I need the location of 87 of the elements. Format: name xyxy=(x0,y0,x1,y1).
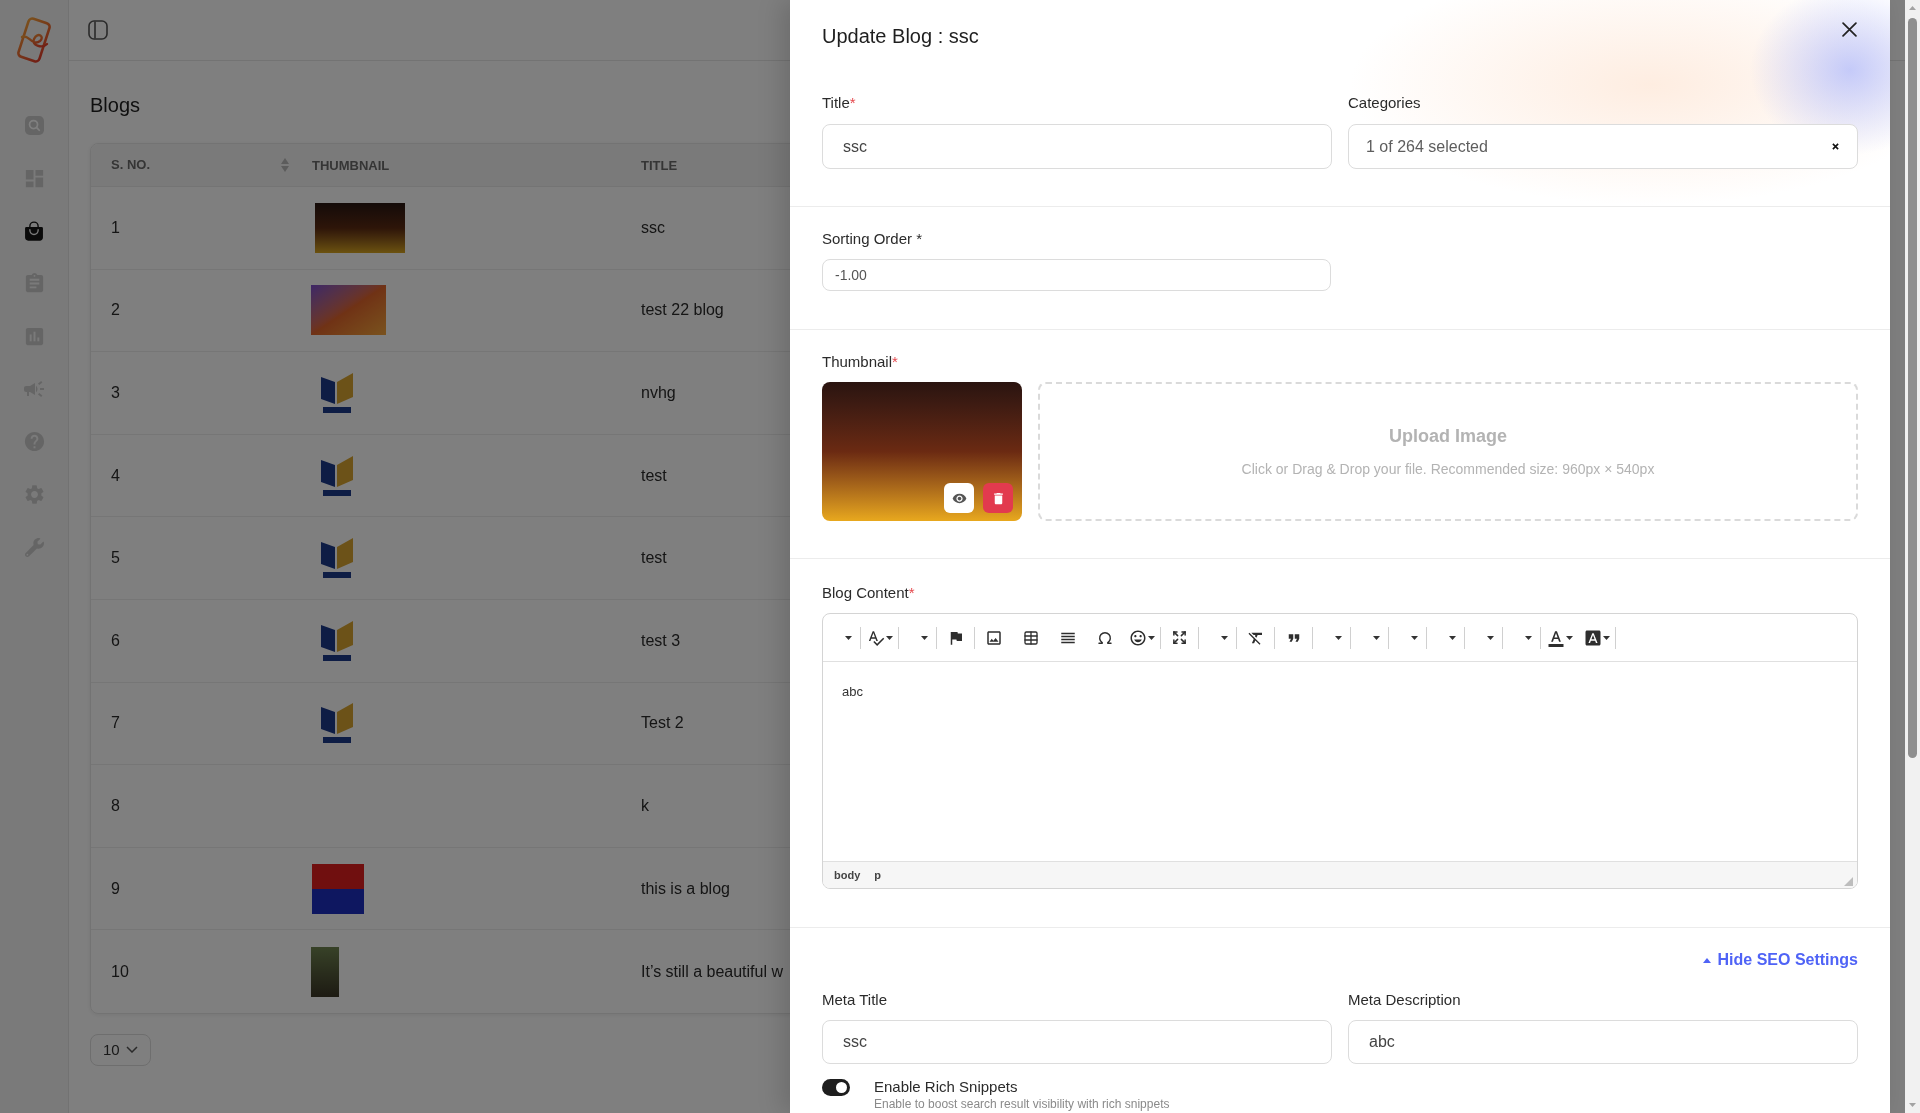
delete-button[interactable] xyxy=(983,483,1013,513)
table-cell: 9 xyxy=(111,879,120,897)
caret-icon[interactable] xyxy=(1373,635,1380,640)
path-crumb[interactable]: p xyxy=(874,866,881,884)
table-cell[interactable]: test xyxy=(641,549,667,567)
table-cell[interactable]: test 22 blog xyxy=(641,301,724,319)
book-logo-drawing xyxy=(320,455,354,496)
upload-title: Upload Image xyxy=(1389,425,1507,448)
clear-icon[interactable] xyxy=(1832,143,1839,150)
caret-icon[interactable] xyxy=(1411,635,1418,640)
field-label: Meta Title xyxy=(822,990,888,1010)
caret-icon[interactable] xyxy=(845,635,852,640)
field-label: Meta Description xyxy=(1348,990,1461,1010)
table-cell: 2 xyxy=(111,301,120,319)
font-color-icon[interactable] xyxy=(1546,628,1565,647)
book-logo-drawing xyxy=(320,373,354,413)
photo-placeholder xyxy=(312,863,364,914)
scrollbar-thumb[interactable] xyxy=(1908,18,1917,758)
logo-icon[interactable] xyxy=(16,17,52,63)
table-cell: 3 xyxy=(111,384,120,401)
table-cell[interactable]: this is a blog xyxy=(641,879,730,897)
table-cell[interactable]: Test 2 xyxy=(641,714,684,732)
bag-icon[interactable] xyxy=(23,219,45,242)
highlight-icon[interactable] xyxy=(1583,628,1602,647)
column-header: THUMBNAIL xyxy=(312,158,390,173)
caret-icon[interactable] xyxy=(1525,635,1532,640)
editor-content-field[interactable]: abc xyxy=(823,662,1857,861)
field-label: Thumbnail* xyxy=(822,352,898,372)
table-cell[interactable]: test xyxy=(641,466,667,484)
table-cell[interactable]: nvhg xyxy=(641,384,676,401)
table-cell: 6 xyxy=(111,631,120,649)
panel-icon[interactable] xyxy=(88,20,108,40)
table-icon[interactable] xyxy=(1022,629,1039,646)
page-title: Blogs xyxy=(90,93,141,118)
upload-hint: Click or Drag & Drop your file. Recommended size: 960px × 540px xyxy=(1241,460,1655,479)
caret-icon[interactable] xyxy=(1221,635,1228,640)
table-cell: 10 xyxy=(111,962,129,980)
resize-grip-icon[interactable] xyxy=(1844,876,1853,886)
book-logo-drawing xyxy=(320,538,354,579)
column-header[interactable]: S. NO. xyxy=(111,155,150,175)
smiley-icon[interactable] xyxy=(1128,628,1147,647)
image-icon[interactable] xyxy=(984,628,1003,647)
content-text: abc xyxy=(842,684,863,700)
meta-title-input[interactable]: ssc xyxy=(822,1020,1332,1064)
caret-icon[interactable] xyxy=(1335,635,1342,640)
spellcheck-icon[interactable] xyxy=(866,628,885,647)
caret-icon[interactable] xyxy=(1602,635,1610,640)
page-size-select[interactable]: 10 xyxy=(90,1033,151,1066)
table-cell: 4 xyxy=(111,466,120,484)
drawer-title: Update Blog : ssc xyxy=(822,24,979,49)
toggle-description: Enable to boost search result visibility with rich snippets xyxy=(874,1097,1170,1111)
caret-icon[interactable] xyxy=(1487,635,1494,640)
table-cell: 8 xyxy=(111,796,120,814)
path-crumb[interactable]: body xyxy=(834,866,861,884)
expand-icon[interactable] xyxy=(1172,630,1187,645)
column-header: TITLE xyxy=(641,158,678,173)
hide-seo-link[interactable]: Hide SEO Settings xyxy=(1702,950,1858,970)
omega-icon[interactable] xyxy=(1096,629,1113,646)
table-cell: 1 xyxy=(111,218,120,236)
title-input[interactable]: ssc xyxy=(822,124,1332,169)
table-cell[interactable]: It’s still a beautiful w xyxy=(641,962,783,980)
chevron-down-icon xyxy=(125,1046,138,1054)
caret-icon[interactable] xyxy=(885,635,893,640)
table-cell: 7 xyxy=(111,714,120,732)
sorting-order-input[interactable]: -1.00 xyxy=(822,259,1331,291)
caret-icon[interactable] xyxy=(1147,635,1155,640)
photo-placeholder xyxy=(311,946,339,997)
scrollbar[interactable] xyxy=(1905,0,1920,1113)
field-label: Title* xyxy=(822,93,856,113)
book-logo-drawing xyxy=(320,620,354,661)
meta-description-input[interactable]: abc xyxy=(1348,1020,1858,1064)
close-icon[interactable] xyxy=(1842,22,1857,37)
categories-select[interactable]: 1 of 264 selected xyxy=(1348,124,1858,169)
book-logo-drawing xyxy=(320,703,354,744)
field-label: Sorting Order * xyxy=(822,229,923,249)
table-cell[interactable]: ssc xyxy=(641,218,665,236)
table-cell: 5 xyxy=(111,549,120,567)
preview-button[interactable] xyxy=(944,483,974,513)
table-cell[interactable]: k xyxy=(641,796,649,814)
caret-icon[interactable] xyxy=(1565,635,1573,640)
rich-snippets-toggle[interactable] xyxy=(822,1078,850,1096)
field-label: Blog Content* xyxy=(822,583,915,603)
toggle-label: Enable Rich Snippets xyxy=(874,1078,1018,1096)
caret-icon[interactable] xyxy=(1449,635,1456,640)
caret-icon[interactable] xyxy=(921,635,928,640)
field-label: Categories xyxy=(1348,93,1421,113)
table-cell[interactable]: test 3 xyxy=(641,631,681,649)
